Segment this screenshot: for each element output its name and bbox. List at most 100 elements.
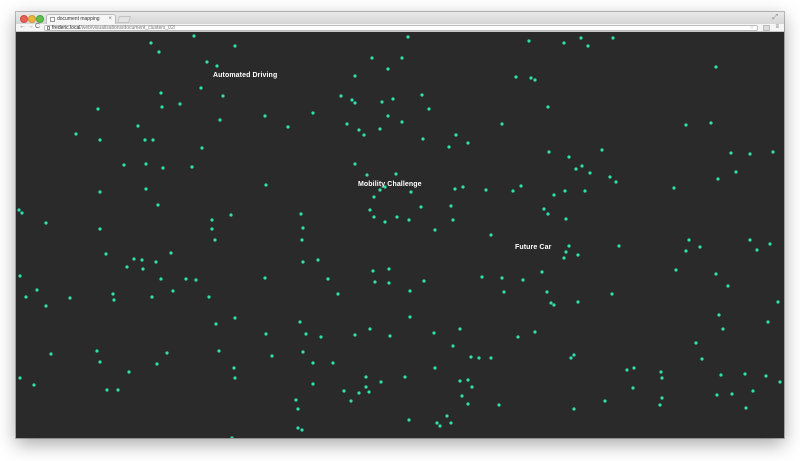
document-point[interactable]: [687, 238, 691, 242]
document-point[interactable]: [435, 421, 439, 425]
document-point[interactable]: [546, 212, 550, 216]
document-point[interactable]: [460, 394, 464, 398]
document-point[interactable]: [454, 133, 458, 137]
document-point[interactable]: [336, 292, 340, 296]
document-point[interactable]: [105, 388, 109, 392]
document-point[interactable]: [617, 244, 621, 248]
document-point[interactable]: [264, 332, 268, 336]
document-point[interactable]: [122, 163, 126, 167]
document-point[interactable]: [205, 60, 209, 64]
document-point[interactable]: [353, 162, 357, 166]
document-point[interactable]: [171, 289, 175, 293]
document-point[interactable]: [150, 295, 154, 299]
document-point[interactable]: [372, 215, 376, 219]
document-point[interactable]: [419, 205, 423, 209]
document-point[interactable]: [684, 249, 688, 253]
document-point[interactable]: [232, 366, 236, 370]
document-point[interactable]: [379, 380, 383, 384]
document-point[interactable]: [533, 78, 537, 82]
document-point[interactable]: [470, 385, 474, 389]
document-point[interactable]: [603, 399, 607, 403]
document-point[interactable]: [378, 188, 382, 192]
document-point[interactable]: [96, 107, 100, 111]
document-point[interactable]: [586, 44, 590, 48]
document-point[interactable]: [625, 368, 629, 372]
document-point[interactable]: [140, 258, 144, 262]
document-point[interactable]: [394, 172, 398, 176]
document-point[interactable]: [748, 152, 752, 156]
document-point[interactable]: [49, 352, 53, 356]
document-point[interactable]: [497, 403, 501, 407]
document-point[interactable]: [477, 356, 481, 360]
document-point[interactable]: [207, 295, 211, 299]
document-point[interactable]: [217, 349, 221, 353]
document-point[interactable]: [407, 218, 411, 222]
document-point[interactable]: [608, 175, 612, 179]
document-point[interactable]: [572, 407, 576, 411]
document-point[interactable]: [263, 114, 267, 118]
document-point[interactable]: [533, 330, 537, 334]
document-point[interactable]: [383, 220, 387, 224]
document-point[interactable]: [547, 150, 551, 154]
document-point[interactable]: [545, 290, 549, 294]
document-point[interactable]: [403, 375, 407, 379]
document-point[interactable]: [156, 203, 160, 207]
document-point[interactable]: [368, 327, 372, 331]
document-point[interactable]: [729, 151, 733, 155]
document-point[interactable]: [549, 301, 553, 305]
document-point[interactable]: [674, 268, 678, 272]
document-point[interactable]: [161, 166, 165, 170]
document-point[interactable]: [326, 277, 330, 281]
document-point[interactable]: [300, 238, 304, 242]
document-point[interactable]: [151, 138, 155, 142]
forward-button[interactable]: →: [27, 23, 34, 31]
document-point[interactable]: [386, 67, 390, 71]
document-point[interactable]: [672, 186, 676, 190]
document-point[interactable]: [311, 111, 315, 115]
document-point[interactable]: [567, 155, 571, 159]
document-point[interactable]: [700, 357, 704, 361]
document-point[interactable]: [579, 36, 583, 40]
document-point[interactable]: [213, 238, 217, 242]
document-point[interactable]: [214, 322, 218, 326]
document-point[interactable]: [694, 341, 698, 345]
document-point[interactable]: [400, 56, 404, 60]
document-point[interactable]: [461, 185, 465, 189]
document-point[interactable]: [407, 418, 411, 422]
document-point[interactable]: [159, 277, 163, 281]
address-bar[interactable]: frederic.local/web/visualisations/docume…: [44, 25, 758, 31]
document-point[interactable]: [357, 391, 361, 395]
document-point[interactable]: [453, 187, 457, 191]
extension-icon[interactable]: [763, 25, 770, 31]
document-point[interactable]: [229, 213, 233, 217]
document-point[interactable]: [489, 233, 493, 237]
document-point[interactable]: [726, 284, 730, 288]
document-point[interactable]: [466, 141, 470, 145]
document-point[interactable]: [574, 167, 578, 171]
document-point[interactable]: [611, 36, 615, 40]
document-point[interactable]: [370, 56, 374, 60]
document-point[interactable]: [516, 335, 520, 339]
document-point[interactable]: [458, 379, 462, 383]
document-point[interactable]: [660, 396, 664, 400]
document-point[interactable]: [230, 436, 234, 438]
document-point[interactable]: [368, 208, 372, 212]
document-point[interactable]: [178, 102, 182, 106]
document-point[interactable]: [44, 304, 48, 308]
document-point[interactable]: [345, 122, 349, 126]
document-point[interactable]: [112, 298, 116, 302]
document-point[interactable]: [451, 344, 455, 348]
document-point[interactable]: [529, 76, 533, 80]
document-point[interactable]: [233, 376, 237, 380]
document-point[interactable]: [610, 292, 614, 296]
close-tab-icon[interactable]: ×: [108, 16, 112, 23]
document-point[interactable]: [764, 374, 768, 378]
document-point[interactable]: [210, 218, 214, 222]
document-point[interactable]: [357, 128, 361, 132]
document-point[interactable]: [406, 35, 410, 39]
document-point[interactable]: [300, 428, 304, 432]
document-point[interactable]: [631, 386, 635, 390]
document-point[interactable]: [659, 370, 663, 374]
document-point[interactable]: [380, 100, 384, 104]
document-point[interactable]: [744, 406, 748, 410]
